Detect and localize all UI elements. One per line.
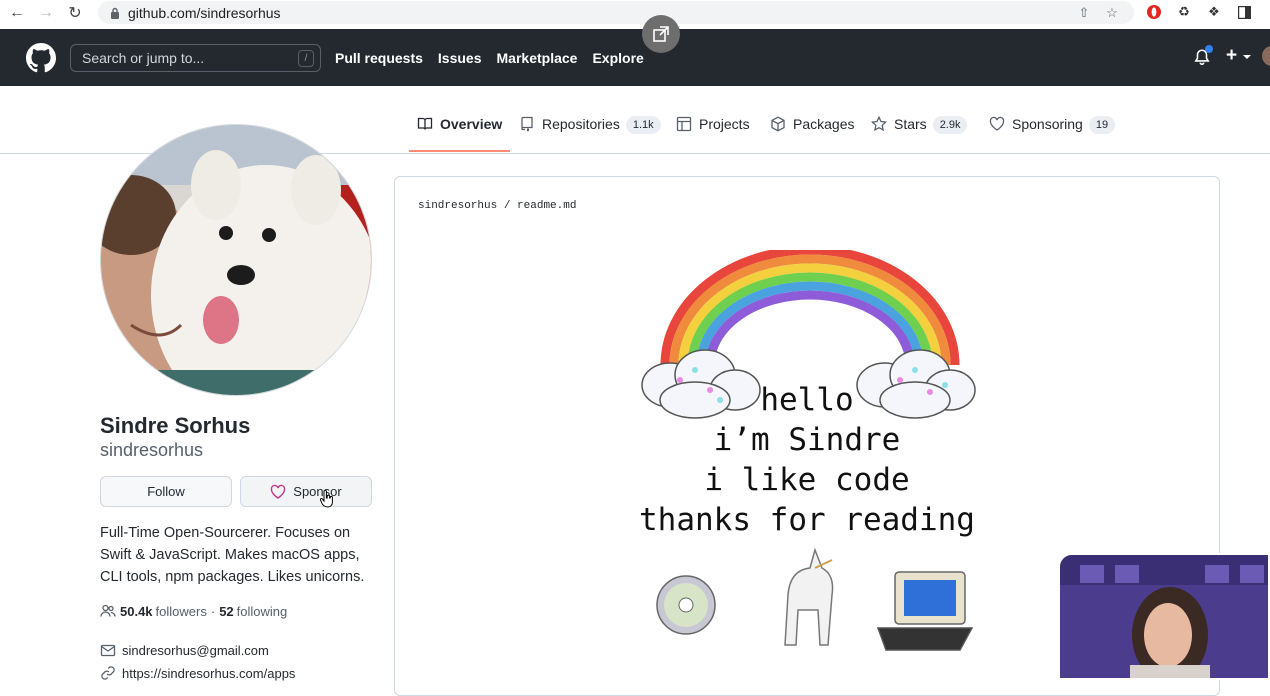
tab-packages[interactable]: Packages: [770, 116, 854, 152]
github-header: Search or jump to... / Pull requests Iss…: [0, 15, 1270, 86]
readme-greeting: hello i’m Sindre i like code thanks for …: [612, 380, 1002, 540]
opera-extension-icon[interactable]: [1146, 4, 1162, 20]
user-menu-avatar[interactable]: [1262, 46, 1270, 66]
profile-avatar[interactable]: [100, 124, 372, 396]
url-text: github.com/sindresorhus: [128, 4, 281, 21]
greeting-line: thanks for reading: [639, 502, 975, 538]
webcam-overlay: [1058, 553, 1270, 680]
table-icon: [676, 116, 692, 132]
tab-repositories[interactable]: Repositories 1.1k: [519, 116, 661, 152]
followers-count[interactable]: 50.4k: [120, 604, 153, 619]
separator-dot: ·: [210, 603, 216, 619]
header-nav: Pull requests Issues Marketplace Explore: [335, 29, 644, 86]
greeting-line: i’m Sindre: [713, 422, 901, 458]
tab-label: Overview: [440, 116, 503, 132]
link-icon: [101, 666, 115, 680]
nav-issues[interactable]: Issues: [438, 50, 482, 66]
website-row: https://sindresorhus.com/apps: [100, 665, 295, 681]
profile-username: sindresorhus: [100, 440, 204, 460]
readme-path-user[interactable]: sindresorhus: [418, 200, 497, 212]
followers-row: 50.4k followers · 52 following: [100, 603, 287, 619]
browser-toolbar: ← → ↻ github.com/sindresorhus ⇧ ☆ ♻ ❖: [0, 0, 1270, 29]
share-icon[interactable]: ⇧: [1076, 5, 1092, 21]
picture-in-picture-icon[interactable]: [642, 15, 680, 53]
heart-icon: [271, 484, 286, 499]
book-icon: [417, 117, 433, 130]
readme-path-file[interactable]: readme.md: [517, 200, 576, 212]
profile-bio: Full-Time Open-Sourcerer. Focuses on Swi…: [100, 525, 365, 585]
readme-path: sindresorhus / readme.md: [418, 200, 576, 212]
search-input[interactable]: Search or jump to... /: [70, 44, 321, 72]
tab-label: Packages: [793, 116, 855, 132]
lock-icon: [111, 7, 119, 19]
email-link[interactable]: sindresorhus@gmail.com: [122, 643, 269, 658]
tab-counter: 19: [1088, 116, 1116, 134]
sponsor-button[interactable]: Sponsor: [240, 476, 372, 507]
sponsor-button-label: Sponsor: [293, 484, 342, 499]
greeting-line: i like code: [704, 462, 910, 498]
email-row: sindresorhus@gmail.com: [100, 642, 269, 658]
tab-label: Sponsoring: [1012, 116, 1083, 132]
address-bar[interactable]: github.com/sindresorhus ⇧ ☆: [98, 1, 1134, 24]
notification-indicator: [1205, 45, 1213, 53]
create-new-plus-icon[interactable]: +: [1226, 45, 1237, 67]
tab-projects[interactable]: Projects: [676, 116, 750, 152]
follow-button[interactable]: Follow: [100, 476, 232, 507]
forward-arrow-icon[interactable]: →: [32, 1, 60, 25]
website-link[interactable]: https://sindresorhus.com/apps: [122, 666, 295, 681]
back-arrow-icon[interactable]: ←: [3, 1, 31, 25]
people-icon: [100, 604, 116, 617]
greeting-line: hello: [760, 382, 854, 418]
tab-label: Repositories: [542, 116, 620, 132]
profile-full-name: Sindre Sorhus: [100, 413, 251, 438]
nav-explore[interactable]: Explore: [592, 50, 643, 66]
heart-icon: [989, 116, 1005, 131]
search-placeholder: Search or jump to...: [82, 50, 205, 66]
repo-icon: [521, 116, 533, 132]
tab-counter: 2.9k: [932, 116, 968, 134]
tab-overview[interactable]: Overview: [408, 116, 511, 152]
nav-marketplace[interactable]: Marketplace: [497, 50, 578, 66]
package-icon: [771, 116, 785, 132]
bookmark-star-icon[interactable]: ☆: [1104, 5, 1120, 21]
sidebar-toggle-icon[interactable]: [1236, 4, 1252, 20]
readme-path-separator: /: [503, 200, 511, 212]
tab-label: Projects: [699, 116, 750, 132]
following-link[interactable]: following: [237, 604, 288, 619]
nav-pull-requests[interactable]: Pull requests: [335, 50, 423, 66]
reload-icon[interactable]: ↻: [61, 1, 89, 25]
extensions-puzzle-icon[interactable]: ❖: [1206, 4, 1222, 20]
create-dropdown-caret-icon[interactable]: [1243, 55, 1251, 59]
tab-counter: 1.1k: [625, 116, 661, 134]
recycle-extension-icon[interactable]: ♻: [1176, 4, 1192, 20]
tab-sponsoring[interactable]: Sponsoring 19: [989, 116, 1116, 152]
star-icon: [871, 116, 887, 132]
tab-stars[interactable]: Stars 2.9k: [871, 116, 968, 152]
mail-icon: [100, 644, 116, 657]
search-shortcut-hint: /: [298, 50, 314, 67]
hand-cursor-icon: [320, 490, 333, 508]
followers-link[interactable]: followers: [156, 604, 207, 619]
tab-label: Stars: [894, 116, 927, 132]
following-count[interactable]: 52: [219, 604, 233, 619]
github-logo-icon[interactable]: [26, 43, 56, 73]
